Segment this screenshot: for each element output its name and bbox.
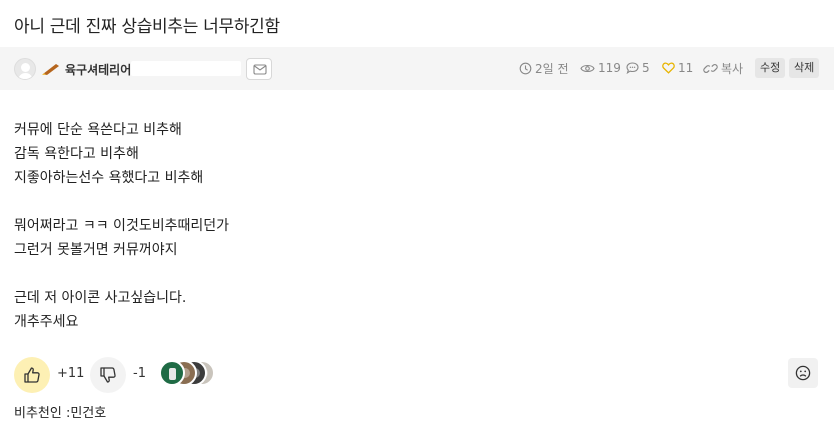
downvote-count: -1 xyxy=(133,366,146,381)
heart-icon xyxy=(662,62,675,74)
report-button[interactable] xyxy=(788,358,818,388)
post-body-line: 개추주세요 xyxy=(14,314,79,330)
post-body: 커뮤에 단순 욕쓴다고 비추해 감독 욕한다고 비추해 지좋아하는선수 욕했다고… xyxy=(14,118,229,334)
downvote-button[interactable] xyxy=(90,357,126,393)
author-nickname[interactable]: 육구셔테리어 xyxy=(65,61,131,78)
nickname-highlight xyxy=(131,61,241,76)
copy-link-button[interactable]: 복사 xyxy=(703,60,743,76)
comment-icon xyxy=(626,62,639,74)
author-avatar[interactable] xyxy=(14,58,36,80)
edit-button[interactable]: 수정 xyxy=(755,58,786,78)
mail-icon xyxy=(253,64,267,75)
frown-icon xyxy=(795,365,811,381)
downvoter-list: 비추천인 :민건호 xyxy=(14,406,107,421)
post-body-blank-line xyxy=(14,190,229,214)
upvote-count: +11 xyxy=(57,366,85,381)
delete-button[interactable]: 삭제 xyxy=(789,58,820,78)
like-count: 11 xyxy=(662,60,693,76)
eye-icon xyxy=(580,64,595,72)
clock-icon xyxy=(519,62,532,74)
post-body-line: 뭐어쩌라고 ㅋㅋ 이것도비추때리던가 xyxy=(14,218,229,234)
comment-count-text: 5 xyxy=(642,61,650,75)
post-body-line: 커뮤에 단순 욕쓴다고 비추해 xyxy=(14,122,182,138)
thumbs-up-icon xyxy=(24,367,40,383)
post-body-line: 근데 저 아이콘 사고싶습니다. xyxy=(14,290,187,306)
view-count-text: 119 xyxy=(598,61,621,75)
link-icon xyxy=(703,63,718,73)
post-time-text: 2일 전 xyxy=(535,61,569,76)
thumbs-down-icon xyxy=(100,367,116,383)
post-body-line: 감독 욕한다고 비추해 xyxy=(14,146,139,162)
copy-link-label: 복사 xyxy=(721,61,744,76)
post-body-line: 그런거 못볼거면 커뮤꺼야지 xyxy=(14,242,178,258)
view-count: 119 xyxy=(580,60,621,76)
comment-count[interactable]: 5 xyxy=(626,60,650,76)
post-body-line: 지좋아하는선수 욕했다고 비추해 xyxy=(14,170,204,186)
voter-avatar[interactable] xyxy=(159,360,185,386)
level-badge-icon xyxy=(42,64,59,75)
post-body-blank-line xyxy=(14,262,229,286)
post-time: 2일 전 xyxy=(519,60,569,76)
like-count-text: 11 xyxy=(678,61,694,75)
upvote-button[interactable] xyxy=(14,357,50,393)
post-title: 아니 근데 진짜 상습비추는 너무하긴함 xyxy=(14,17,280,37)
send-message-button[interactable] xyxy=(246,58,272,80)
post-meta-bar: 육구셔테리어 2일 전 119 5 11 복사 수정 삭제 xyxy=(0,47,834,90)
